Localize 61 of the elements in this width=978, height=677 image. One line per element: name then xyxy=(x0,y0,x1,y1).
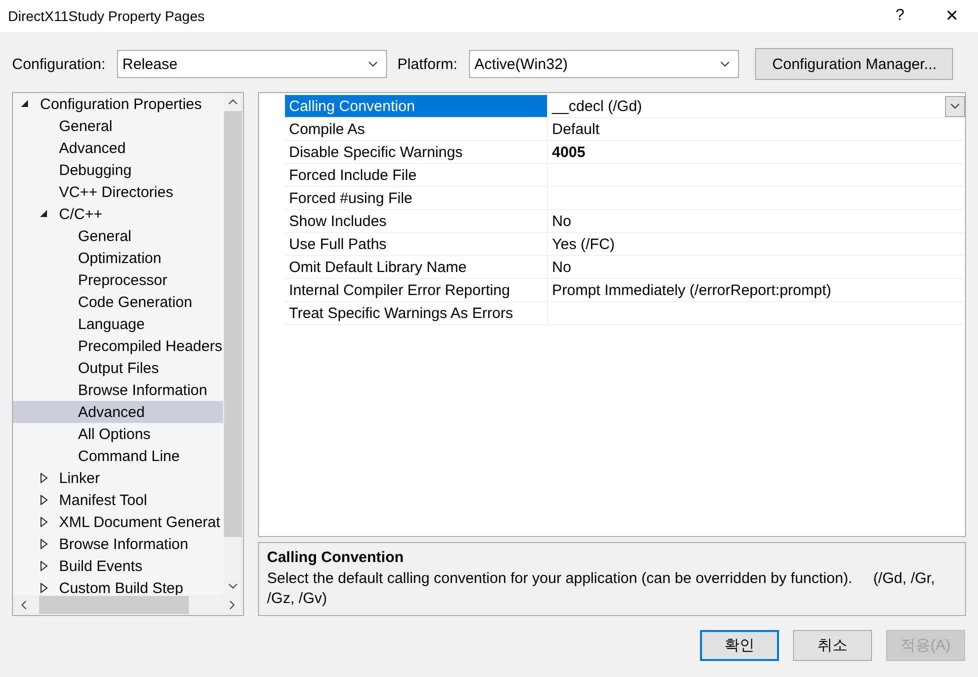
property-value: Default xyxy=(552,120,600,138)
tree-item[interactable]: XML Document Generat xyxy=(13,511,223,533)
property-name[interactable]: Compile As xyxy=(285,118,548,140)
tree-item[interactable]: All Options xyxy=(13,423,223,445)
property-name[interactable]: Show Includes xyxy=(285,210,548,232)
tree-item[interactable]: Build Events xyxy=(13,555,223,577)
tree-item[interactable]: Debugging xyxy=(13,159,223,181)
tree-item[interactable]: VC++ Directories xyxy=(13,181,223,203)
property-name[interactable]: Internal Compiler Error Reporting xyxy=(285,279,548,301)
property-name[interactable]: Forced Include File xyxy=(285,164,548,186)
tree-item[interactable]: General xyxy=(13,225,223,247)
dialog-button[interactable]: 취소 xyxy=(793,630,872,661)
property-name[interactable]: Treat Specific Warnings As Errors xyxy=(285,302,548,324)
horizontal-scrollbar[interactable] xyxy=(13,595,243,615)
configuration-dropdown[interactable]: Release xyxy=(117,50,388,78)
chevron-down-icon xyxy=(368,61,378,67)
chevron-down-icon xyxy=(720,61,730,67)
tree-item[interactable]: Language xyxy=(13,313,223,335)
platform-dropdown[interactable]: Active(Win32) xyxy=(469,50,740,78)
property-name[interactable]: Disable Specific Warnings xyxy=(285,141,548,163)
tree-item[interactable]: C/C++ xyxy=(13,203,223,225)
vertical-scrollbar[interactable] xyxy=(223,93,243,595)
property-name[interactable]: Forced #using File xyxy=(285,187,548,209)
property-value: No xyxy=(552,212,572,230)
property-value: Yes (/FC) xyxy=(552,236,615,252)
tree-item[interactable]: Command Line xyxy=(13,445,223,467)
scroll-up-icon xyxy=(228,99,238,105)
tree-item[interactable]: Manifest Tool xyxy=(13,489,223,511)
configuration-manager-button[interactable]: Configuration Manager... xyxy=(755,48,954,80)
description-title: Calling Convention xyxy=(267,549,405,566)
description-text: Select the default calling convention for your application (can be overridden by function). (/Gd, /Gr, /Gz, /Gv) xyxy=(267,569,936,609)
help-button[interactable]: ? xyxy=(874,0,926,32)
tree-item[interactable]: Linker xyxy=(13,467,223,489)
tree-item[interactable]: Preprocessor xyxy=(13,269,223,291)
property-name[interactable]: Calling Convention xyxy=(285,95,548,117)
configuration-label: Configuration: xyxy=(12,56,106,72)
dialog-button[interactable]: 확인 xyxy=(700,630,779,661)
property-name[interactable]: Omit Default Library Name xyxy=(285,256,548,278)
tree-item[interactable]: Advanced xyxy=(13,401,223,423)
property-value: __cdecl (/Gd) xyxy=(552,98,642,114)
tree-item[interactable]: Configuration Properties xyxy=(13,93,223,115)
tree-item[interactable]: Advanced xyxy=(13,137,223,159)
property-value: No xyxy=(552,258,572,276)
scroll-right-icon xyxy=(229,600,235,610)
scroll-down-icon xyxy=(228,583,238,589)
property-name[interactable]: Use Full Paths xyxy=(285,233,548,255)
close-button[interactable]: ✕ xyxy=(926,0,978,32)
tree-item[interactable]: Precompiled Headers xyxy=(13,335,223,357)
tree-item[interactable]: Browse Information xyxy=(13,533,223,555)
scroll-left-icon xyxy=(21,600,27,610)
tree-item[interactable]: General xyxy=(13,115,223,137)
property-value: 4005 xyxy=(552,144,586,160)
platform-label: Platform: xyxy=(397,56,458,72)
window-title: DirectX11Study Property Pages xyxy=(7,8,206,24)
tree-item[interactable]: Optimization xyxy=(13,247,223,269)
chevron-down-icon xyxy=(950,103,960,109)
tree-item[interactable]: Output Files xyxy=(13,357,223,379)
dropdown-button[interactable] xyxy=(945,96,965,116)
tree-item[interactable]: Code Generation xyxy=(13,291,223,313)
tree-item[interactable]: Browse Information xyxy=(13,379,223,401)
property-value: Prompt Immediately (/errorReport:prompt) xyxy=(552,282,832,298)
